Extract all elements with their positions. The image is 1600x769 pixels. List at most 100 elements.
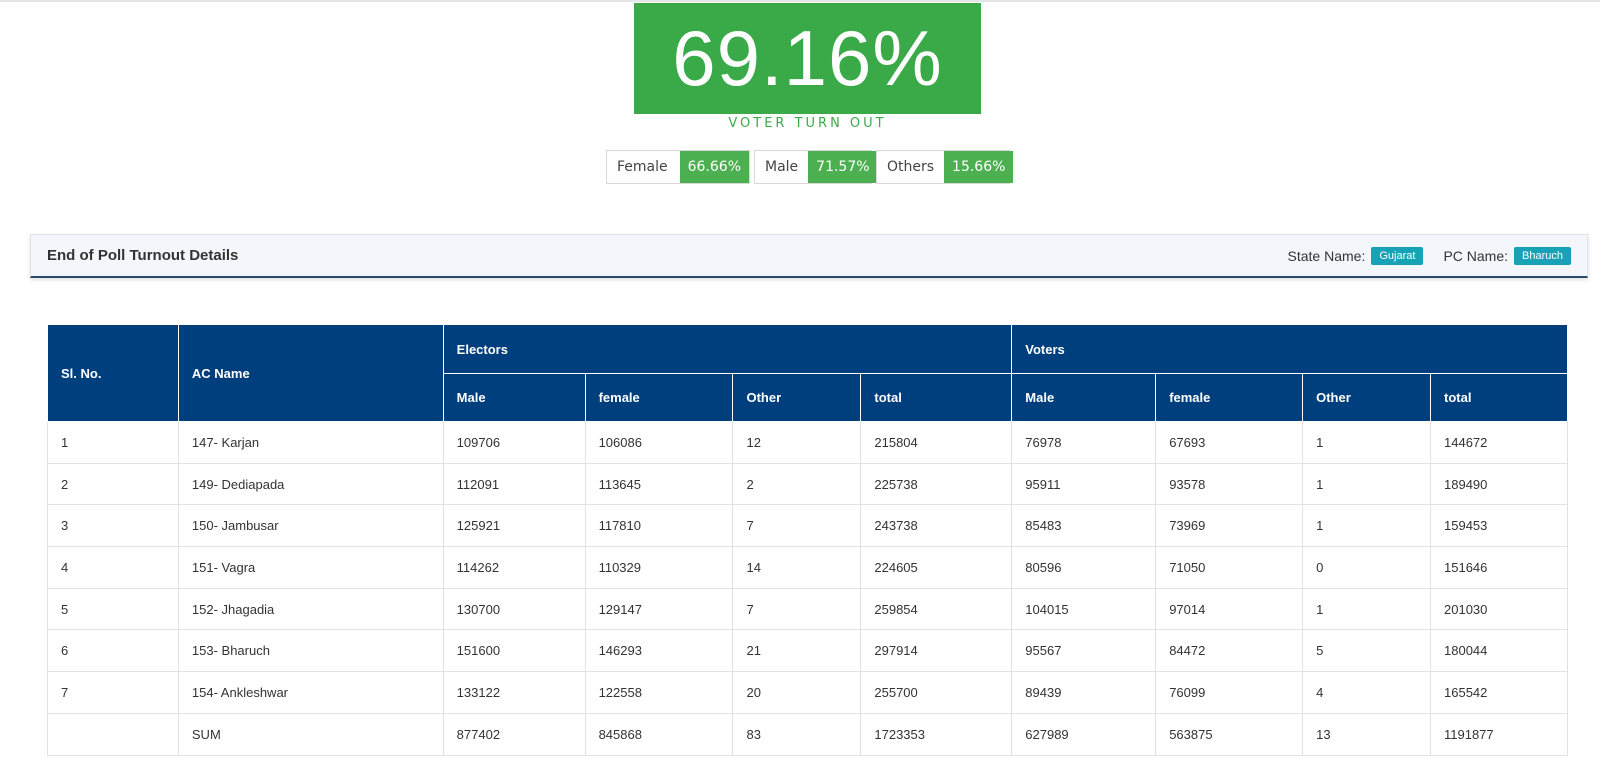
cell-voters-other: 0 [1302, 546, 1431, 589]
details-filters: State Name: Gujarat PC Name: Bharuch [1287, 246, 1571, 265]
cell-electors-male: 151600 [442, 629, 586, 673]
cell-voters-other: 5 [1302, 629, 1431, 673]
cell-electors-female: 122558 [584, 671, 734, 714]
male-turnout-pill: Male 71.57% [754, 150, 878, 184]
cell-electors-male: 133122 [442, 671, 586, 714]
header-ac-name: AC Name [177, 324, 444, 422]
table-row: 6 153- Bharuch 151600 146293 21 297914 9… [47, 629, 1568, 673]
cell-sl-no: 4 [47, 546, 179, 589]
cell-electors-other: 7 [732, 504, 862, 548]
cell-electors-male: 114262 [442, 546, 586, 589]
female-value: 66.66% [679, 151, 749, 183]
cell-electors-male: 109706 [442, 421, 586, 464]
cell-voters-female: 71050 [1155, 546, 1304, 589]
cell-electors-total: 259854 [860, 587, 1013, 631]
cell-voters-female: 73969 [1155, 504, 1304, 548]
cell-voters-male: 95911 [1011, 462, 1157, 506]
header-voters-other: Other [1302, 373, 1431, 422]
cell-electors-total: 224605 [860, 546, 1013, 589]
header-sl-no: Sl. No. [47, 324, 179, 422]
cell-voters-total: 201030 [1430, 587, 1568, 631]
cell-electors-total: 1723353 [860, 712, 1013, 756]
cell-voters-female: 67693 [1155, 421, 1304, 464]
table-row: 1 147- Karjan 109706 106086 12 215804 76… [47, 421, 1568, 464]
cell-ac-name: 149- Dediapada [177, 462, 444, 506]
female-label: Female [617, 159, 668, 175]
cell-voters-total: 1191877 [1430, 712, 1568, 756]
table-row: 7 154- Ankleshwar 133122 122558 20 25570… [47, 671, 1568, 714]
cell-voters-total: 180044 [1430, 629, 1568, 673]
cell-voters-other: 1 [1302, 421, 1431, 464]
cell-electors-male: 130700 [442, 587, 586, 631]
cell-electors-other: 7 [732, 587, 862, 631]
pc-badge: Bharuch [1514, 246, 1571, 265]
cell-voters-male: 95567 [1011, 629, 1157, 673]
cell-voters-male: 80596 [1011, 546, 1157, 589]
cell-electors-other: 83 [732, 712, 862, 756]
cell-electors-female: 113645 [584, 462, 734, 506]
cell-electors-female: 106086 [584, 421, 734, 464]
cell-ac-name: 153- Bharuch [177, 629, 444, 673]
table-row: 4 151- Vagra 114262 110329 14 224605 805… [47, 546, 1568, 589]
cell-voters-female: 93578 [1155, 462, 1304, 506]
cell-electors-total: 255700 [860, 671, 1013, 714]
cell-electors-total: 297914 [860, 629, 1013, 673]
cell-electors-total: 225738 [860, 462, 1013, 506]
female-turnout-pill: Female 66.66% [606, 150, 750, 184]
cell-ac-name: 154- Ankleshwar [177, 671, 444, 714]
turnout-label: VOTER TURN OUT [728, 116, 887, 131]
cell-electors-male: 125921 [442, 504, 586, 548]
details-header-bar: End of Poll Turnout Details State Name: … [30, 234, 1588, 278]
table-sum-row: SUM 877402 845868 83 1723353 627989 5638… [47, 712, 1568, 756]
cell-voters-female: 84472 [1155, 629, 1304, 673]
cell-sl-no: 1 [47, 421, 179, 464]
cell-voters-total: 189490 [1430, 462, 1568, 506]
header-electors-other: Other [732, 373, 862, 422]
header-voters-male: Male [1011, 373, 1157, 422]
cell-sl-no [47, 712, 179, 756]
state-badge: Gujarat [1371, 246, 1424, 265]
header-voters-total: total [1430, 373, 1568, 422]
pc-label: PC Name: [1443, 247, 1509, 264]
cell-voters-female: 76099 [1155, 671, 1304, 714]
cell-voters-other: 1 [1302, 587, 1431, 631]
cell-voters-female: 563875 [1155, 712, 1304, 756]
header-voters-female: female [1155, 373, 1304, 422]
state-label: State Name: [1287, 247, 1366, 264]
cell-voters-male: 89439 [1011, 671, 1157, 714]
others-value: 15.66% [944, 151, 1014, 183]
top-border [0, 0, 1600, 2]
cell-electors-total: 215804 [860, 421, 1013, 464]
cell-electors-female: 129147 [584, 587, 734, 631]
cell-voters-total: 165542 [1430, 671, 1568, 714]
male-value: 71.57% [808, 151, 878, 183]
cell-voters-other: 1 [1302, 462, 1431, 506]
others-turnout-pill: Others 15.66% [876, 150, 1014, 184]
cell-voters-male: 85483 [1011, 504, 1157, 548]
cell-voters-male: 76978 [1011, 421, 1157, 464]
cell-electors-male: 877402 [442, 712, 586, 756]
cell-sl-no: 6 [47, 629, 179, 673]
male-label: Male [765, 159, 799, 175]
others-label: Others [887, 159, 935, 175]
table-row: 3 150- Jambusar 125921 117810 7 243738 8… [47, 504, 1568, 548]
cell-ac-name: 151- Vagra [177, 546, 444, 589]
cell-voters-male: 627989 [1011, 712, 1157, 756]
cell-voters-total: 144672 [1430, 421, 1568, 464]
cell-sl-no: 7 [47, 671, 179, 714]
header-electors: Electors [442, 324, 1013, 374]
cell-voters-other: 1 [1302, 504, 1431, 548]
cell-sl-no: 5 [47, 587, 179, 631]
table-row: 5 152- Jhagadia 130700 129147 7 259854 1… [47, 587, 1568, 631]
cell-voters-male: 104015 [1011, 587, 1157, 631]
cell-voters-total: 151646 [1430, 546, 1568, 589]
cell-electors-other: 12 [732, 421, 862, 464]
cell-ac-name: 150- Jambusar [177, 504, 444, 548]
turnout-table: Sl. No. AC Name Electors Voters Male fem… [47, 324, 1568, 756]
cell-sl-no: 3 [47, 504, 179, 548]
cell-voters-other: 4 [1302, 671, 1431, 714]
cell-voters-female: 97014 [1155, 587, 1304, 631]
header-electors-total: total [860, 373, 1013, 422]
table-row: 2 149- Dediapada 112091 113645 2 225738 … [47, 462, 1568, 506]
cell-electors-other: 21 [732, 629, 862, 673]
